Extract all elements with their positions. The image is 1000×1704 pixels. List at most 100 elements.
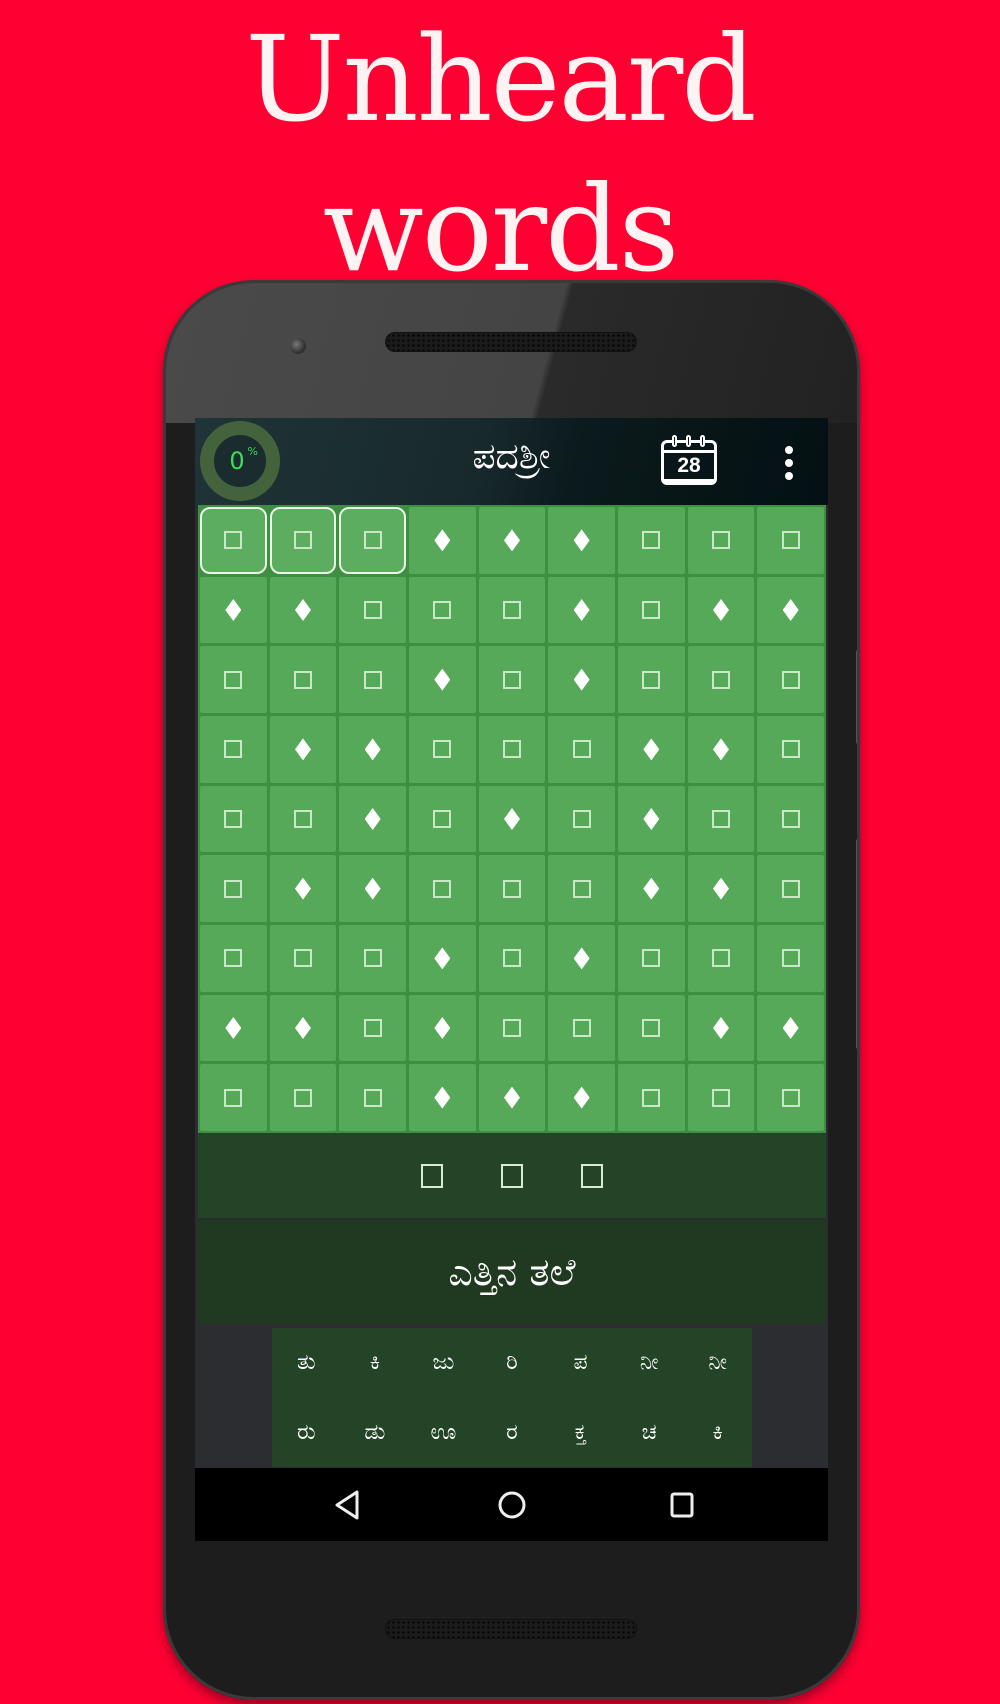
grid-cell[interactable]	[339, 507, 406, 574]
grid-cell[interactable]	[339, 924, 406, 992]
grid-cell[interactable]	[408, 507, 476, 574]
grid-cell[interactable]	[408, 855, 476, 922]
grid-cell[interactable]	[687, 855, 755, 922]
grid-cell[interactable]	[269, 715, 337, 783]
grid-cell[interactable]	[617, 715, 685, 783]
letter-key[interactable]: ಜು	[409, 1328, 478, 1398]
grid-cell[interactable]	[478, 507, 546, 574]
grid-cell[interactable]	[269, 924, 337, 992]
grid-cell[interactable]	[548, 576, 615, 644]
grid-cell[interactable]	[269, 994, 337, 1062]
grid-cell[interactable]	[617, 576, 685, 644]
calendar-button[interactable]: 28	[661, 435, 717, 485]
grid-cell[interactable]	[408, 576, 476, 644]
grid-cell[interactable]	[617, 1064, 685, 1131]
grid-cell[interactable]	[200, 855, 267, 922]
grid-cell[interactable]	[757, 924, 824, 992]
grid-cell[interactable]	[478, 855, 546, 922]
grid-cell[interactable]	[200, 646, 267, 713]
letter-key[interactable]: ನೀ	[615, 1328, 684, 1398]
letter-key[interactable]: ರ	[478, 1398, 547, 1468]
grid-cell[interactable]	[339, 994, 406, 1062]
grid-cell[interactable]	[478, 994, 546, 1062]
grid-cell[interactable]	[478, 785, 546, 853]
grid-cell[interactable]	[548, 507, 615, 574]
more-vert-icon[interactable]	[779, 446, 799, 480]
grid-cell[interactable]	[687, 646, 755, 713]
grid-cell[interactable]	[687, 507, 755, 574]
grid-cell[interactable]	[757, 855, 824, 922]
letter-key[interactable]: ಪ	[546, 1328, 615, 1398]
answer-slot[interactable]	[421, 1163, 443, 1188]
grid-cell[interactable]	[687, 785, 755, 853]
grid-cell[interactable]	[757, 994, 824, 1062]
grid-cell[interactable]	[548, 646, 615, 713]
grid-cell[interactable]	[200, 507, 267, 574]
grid-cell[interactable]	[478, 715, 546, 783]
grid-cell[interactable]	[339, 715, 406, 783]
grid-cell[interactable]	[617, 994, 685, 1062]
grid-cell[interactable]	[339, 855, 406, 922]
grid-cell[interactable]	[408, 785, 476, 853]
grid-cell[interactable]	[687, 924, 755, 992]
letter-key[interactable]: ರು	[272, 1398, 341, 1468]
grid-cell[interactable]	[478, 576, 546, 644]
grid-cell[interactable]	[269, 855, 337, 922]
letter-key[interactable]: ನೀ	[683, 1328, 752, 1398]
letter-key[interactable]: ಚ	[615, 1398, 684, 1468]
grid-cell[interactable]	[757, 507, 824, 574]
grid-cell[interactable]	[757, 785, 824, 853]
grid-cell[interactable]	[617, 507, 685, 574]
grid-cell[interactable]	[548, 855, 615, 922]
letter-key[interactable]: ಊ	[409, 1398, 478, 1468]
letter-key[interactable]: ಡು	[341, 1398, 410, 1468]
grid-cell[interactable]	[687, 1064, 755, 1131]
grid-cell[interactable]	[200, 785, 267, 853]
grid-cell[interactable]	[617, 855, 685, 922]
grid-cell[interactable]	[687, 715, 755, 783]
letter-key[interactable]: ಕ್ತ	[546, 1398, 615, 1468]
grid-cell[interactable]	[200, 576, 267, 644]
grid-cell[interactable]	[200, 924, 267, 992]
grid-cell[interactable]	[617, 924, 685, 992]
grid-cell[interactable]	[200, 1064, 267, 1131]
letter-key[interactable]: ಕಿ	[683, 1398, 752, 1468]
grid-cell[interactable]	[408, 1064, 476, 1131]
grid-cell[interactable]	[478, 1064, 546, 1131]
grid-cell[interactable]	[478, 924, 546, 992]
grid-cell[interactable]	[548, 924, 615, 992]
answer-slot[interactable]	[501, 1163, 523, 1188]
answer-slot[interactable]	[581, 1163, 603, 1188]
grid-cell[interactable]	[757, 1064, 824, 1131]
grid-cell[interactable]	[548, 715, 615, 783]
grid-cell[interactable]	[408, 994, 476, 1062]
recents-button[interactable]	[665, 1488, 699, 1522]
grid-cell[interactable]	[548, 994, 615, 1062]
grid-cell[interactable]	[548, 785, 615, 853]
letter-key[interactable]: ತು	[272, 1328, 341, 1398]
back-button[interactable]	[331, 1488, 365, 1522]
grid-cell[interactable]	[757, 646, 824, 713]
grid-cell[interactable]	[617, 785, 685, 853]
grid-cell[interactable]	[200, 994, 267, 1062]
grid-cell[interactable]	[617, 646, 685, 713]
home-button[interactable]	[495, 1488, 529, 1522]
grid-cell[interactable]	[408, 646, 476, 713]
grid-cell[interactable]	[339, 646, 406, 713]
letter-key[interactable]: ಕಿ	[341, 1328, 410, 1398]
grid-cell[interactable]	[408, 924, 476, 992]
grid-cell[interactable]	[757, 715, 824, 783]
grid-cell[interactable]	[269, 576, 337, 644]
grid-cell[interactable]	[269, 1064, 337, 1131]
grid-cell[interactable]	[269, 646, 337, 713]
grid-cell[interactable]	[687, 994, 755, 1062]
grid-cell[interactable]	[269, 507, 337, 574]
grid-cell[interactable]	[478, 646, 546, 713]
grid-cell[interactable]	[339, 785, 406, 853]
grid-cell[interactable]	[408, 715, 476, 783]
grid-cell[interactable]	[687, 576, 755, 644]
grid-cell[interactable]	[200, 715, 267, 783]
grid-cell[interactable]	[269, 785, 337, 853]
grid-cell[interactable]	[339, 576, 406, 644]
grid-cell[interactable]	[757, 576, 824, 644]
